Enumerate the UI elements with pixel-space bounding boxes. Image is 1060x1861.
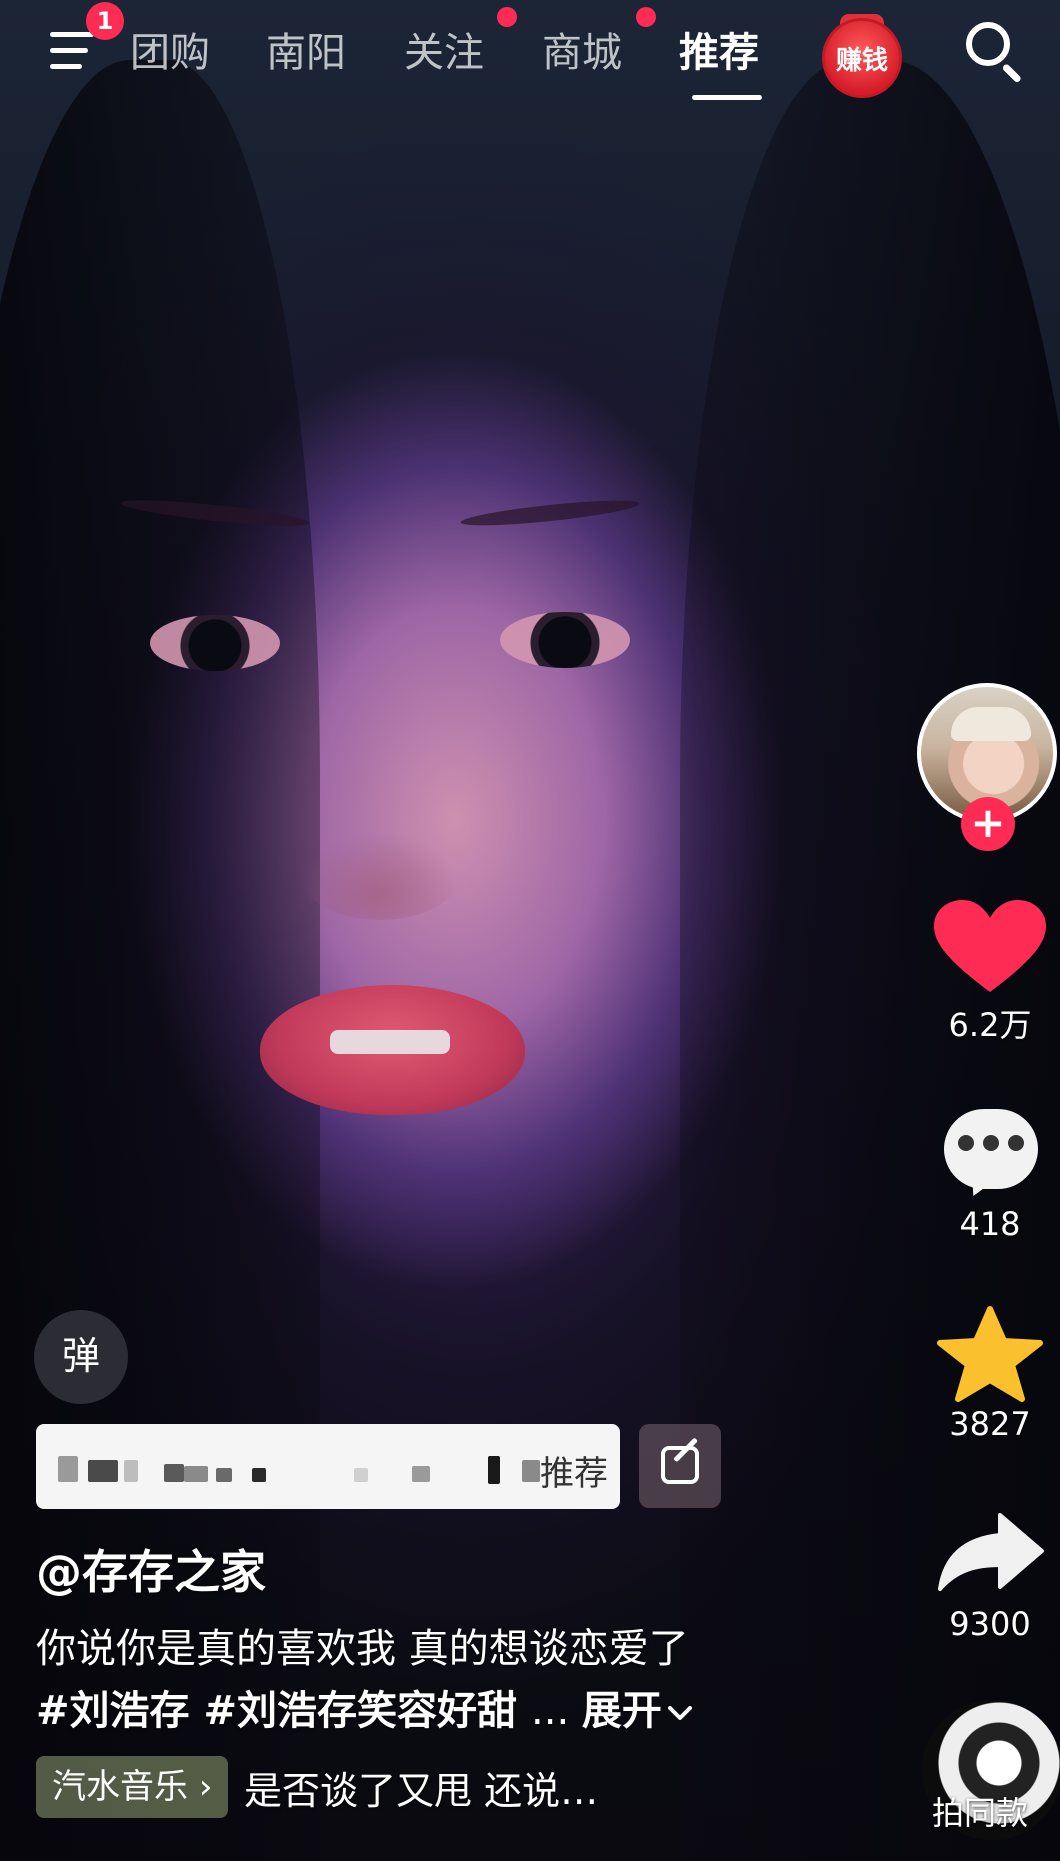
share-count: 9300 — [949, 1605, 1031, 1643]
pixelated-block — [58, 1456, 78, 1482]
favorite-action: 3827 — [930, 1305, 1050, 1443]
pixelated-block — [412, 1466, 430, 1482]
following-dot-badge — [497, 7, 517, 27]
pixelated-block — [164, 1464, 184, 1482]
author-name[interactable]: @存存之家 — [36, 1536, 266, 1602]
share-button[interactable] — [930, 1505, 1050, 1605]
follow-button[interactable]: + — [961, 797, 1015, 851]
same-style-label: 拍同款 — [932, 1794, 1029, 1832]
search-icon — [966, 22, 1010, 66]
heart-icon — [934, 900, 1046, 992]
pixelated-block — [488, 1456, 500, 1484]
chevron-down-icon — [667, 1706, 692, 1720]
menu-icon-line — [50, 32, 94, 37]
star-icon — [937, 1306, 1043, 1402]
expand-caption-button[interactable]: 展开 — [582, 1688, 694, 1734]
like-button[interactable] — [930, 900, 1050, 1000]
menu-icon-line — [50, 64, 82, 69]
pixelated-block — [216, 1468, 232, 1482]
author-avatar-block: + — [917, 683, 1057, 851]
video-eye-right — [500, 612, 630, 668]
tab-following[interactable]: 关注 — [404, 20, 484, 78]
tab-group-buy[interactable]: 团购 — [130, 20, 220, 78]
search-button[interactable] — [962, 18, 1028, 84]
menu-badge: 1 — [86, 2, 124, 40]
active-tab-underline — [692, 95, 762, 100]
music-track-text[interactable]: 是否谈了又甩 还说… — [244, 1760, 598, 1815]
caption-ellipsis: ... — [531, 1688, 570, 1734]
music-app-label: 汽水音乐 — [52, 1767, 188, 1807]
caption-hashtags-line: #刘浩存 #刘浩存笑容好甜... 展开 — [36, 1678, 694, 1736]
pixelated-block — [252, 1468, 266, 1482]
hashtag-link[interactable]: #刘浩存 — [36, 1688, 190, 1734]
pixelated-block — [522, 1460, 540, 1482]
comment-action: 418 — [930, 1105, 1050, 1243]
video-teeth — [330, 1030, 450, 1054]
search-icon-handle — [1001, 63, 1023, 84]
expand-label: 展开 — [581, 1688, 662, 1734]
like-count: 6.2万 — [948, 1006, 1032, 1044]
hashtag-link[interactable]: #刘浩存笑容好甜 — [204, 1688, 518, 1734]
favorite-count: 3827 — [949, 1405, 1031, 1443]
danmaku-toggle-button[interactable]: 弹 — [34, 1310, 128, 1404]
pixelated-block — [184, 1466, 208, 1482]
share-action: 9300 — [930, 1505, 1050, 1643]
edit-button[interactable] — [639, 1424, 721, 1508]
avatar-cap-shape — [951, 707, 1031, 741]
earn-money-label: 赚钱 — [835, 46, 888, 76]
comment-count: 418 — [959, 1205, 1021, 1243]
pixelated-block — [124, 1460, 138, 1482]
recommend-bar[interactable]: 推荐 — [36, 1424, 620, 1509]
like-action: 6.2万 — [930, 900, 1050, 1046]
caption-text: 你说你是真的喜欢我 真的想谈恋爱了 — [36, 1626, 689, 1672]
tab-recommend[interactable]: 推荐 — [679, 20, 759, 78]
recommend-bar-label: 推荐 — [540, 1454, 608, 1494]
pixelated-block — [88, 1460, 118, 1482]
video-nose — [300, 830, 460, 920]
video-brow-right — [459, 495, 641, 531]
music-app-tag[interactable]: 汽水音乐 › — [36, 1756, 229, 1818]
tab-mall[interactable]: 商城 — [542, 20, 622, 78]
tab-nanyang[interactable]: 南阳 — [266, 20, 346, 78]
menu-icon-line — [50, 48, 88, 53]
video-eye-left — [150, 615, 280, 671]
chevron-right-icon: › — [198, 1767, 213, 1807]
same-style-button[interactable]: 拍同款 — [922, 1700, 1060, 1861]
comment-icon-dots — [958, 1135, 1024, 1155]
favorite-button[interactable] — [930, 1305, 1050, 1405]
pixelated-block — [354, 1468, 368, 1482]
share-arrow-icon — [938, 1513, 1044, 1591]
top-nav: 1 团购 南阳 关注 商城 推荐 赚钱 — [0, 0, 1060, 110]
comment-button[interactable] — [930, 1105, 1050, 1205]
mall-dot-badge — [636, 7, 656, 27]
